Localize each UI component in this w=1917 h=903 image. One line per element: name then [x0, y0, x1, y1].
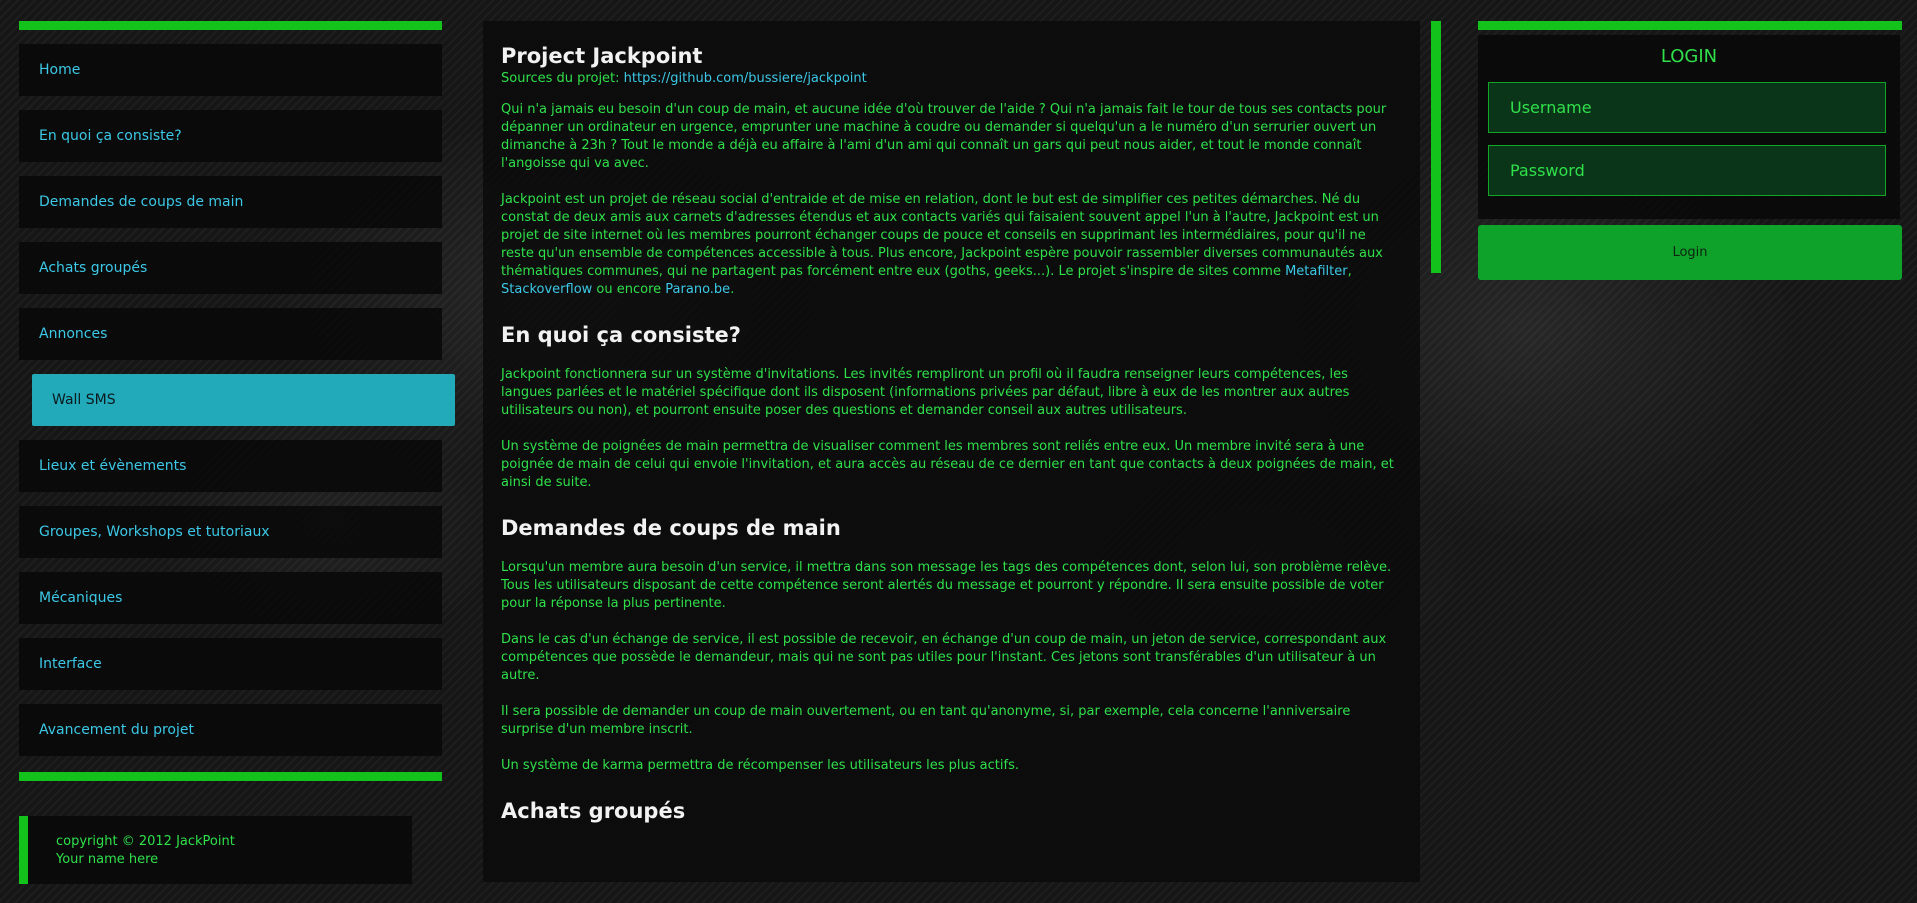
sidebar-item-wall-sms[interactable]: Wall SMS [32, 374, 455, 426]
login-panel: LOGIN Login [1478, 21, 1902, 280]
sources-link[interactable]: https://github.com/bussiere/jackpoint [624, 71, 867, 86]
sidebar-item-groupes[interactable]: Groupes, Workshops et tutoriaux [19, 506, 442, 558]
sidebar-item-home[interactable]: Home [19, 44, 442, 96]
footer-copyright: copyright © 2012 JackPoint Your name her… [19, 816, 412, 884]
page-title: Project Jackpoint [501, 44, 703, 68]
sidebar-nav: Home En quoi ça consiste? Demandes de co… [19, 21, 455, 781]
footer-name: Your name here [56, 852, 159, 867]
sidebar-item-avancement[interactable]: Avancement du projet [19, 704, 442, 756]
section-paragraph: Jackpoint fonctionnera sur un système d'… [501, 367, 1350, 418]
intro-sep-2: ou encore [592, 282, 666, 297]
sources-line: Sources du projet: https://github.com/bu… [501, 70, 1402, 87]
main-content: Project Jackpoint Sources du projet: htt… [483, 21, 1420, 882]
sidebar-top-bar [19, 21, 442, 30]
section-heading-achats: Achats groupés [501, 799, 686, 823]
intro-paragraph-2: Jackpoint est un projet de réseau social… [501, 191, 1402, 299]
login-top-bar [1478, 21, 1902, 30]
link-stackoverflow[interactable]: Stackoverflow [501, 282, 592, 297]
login-button[interactable]: Login [1478, 225, 1902, 280]
section-heading-en-quoi: En quoi ça consiste? [501, 323, 741, 347]
sidebar-item-en-quoi[interactable]: En quoi ça consiste? [19, 110, 442, 162]
password-input[interactable] [1488, 145, 1886, 196]
copyright-text: copyright © 2012 JackPoint [56, 834, 235, 849]
section-heading-demandes: Demandes de coups de main [501, 516, 841, 540]
intro-end: . [730, 282, 735, 297]
link-metafilter[interactable]: Metafilter [1285, 264, 1348, 279]
login-form: LOGIN [1478, 35, 1900, 219]
section-paragraph: Lorsqu'un membre aura besoin d'un servic… [501, 560, 1392, 611]
sidebar-item-mecaniques[interactable]: Mécaniques [19, 572, 442, 624]
sidebar-item-achats[interactable]: Achats groupés [19, 242, 442, 294]
sources-label: Sources du projet: [501, 71, 624, 86]
section-paragraph: Un système de karma permettra de récompe… [501, 758, 1019, 773]
intro-sep-1: , [1347, 264, 1352, 279]
sidebar-item-interface[interactable]: Interface [19, 638, 442, 690]
intro-paragraph-2-text: Jackpoint est un projet de réseau social… [501, 192, 1383, 279]
username-input[interactable] [1488, 82, 1886, 133]
sidebar-item-demandes[interactable]: Demandes de coups de main [19, 176, 442, 228]
link-parano[interactable]: Parano.be [665, 282, 730, 297]
sidebar-bottom-bar [19, 772, 442, 781]
sidebar-item-annonces[interactable]: Annonces [19, 308, 442, 360]
sidebar-item-lieux[interactable]: Lieux et évènements [19, 440, 442, 492]
section-paragraph: Un système de poignées de main permettra… [501, 439, 1394, 490]
login-title: LOGIN [1660, 46, 1718, 67]
section-paragraph: Dans le cas d'un échange de service, il … [501, 632, 1387, 683]
section-paragraph: Il sera possible de demander un coup de … [501, 704, 1351, 737]
intro-paragraph-1: Qui n'a jamais eu besoin d'un coup de ma… [501, 102, 1387, 171]
content-scrollbar[interactable] [1431, 21, 1441, 273]
